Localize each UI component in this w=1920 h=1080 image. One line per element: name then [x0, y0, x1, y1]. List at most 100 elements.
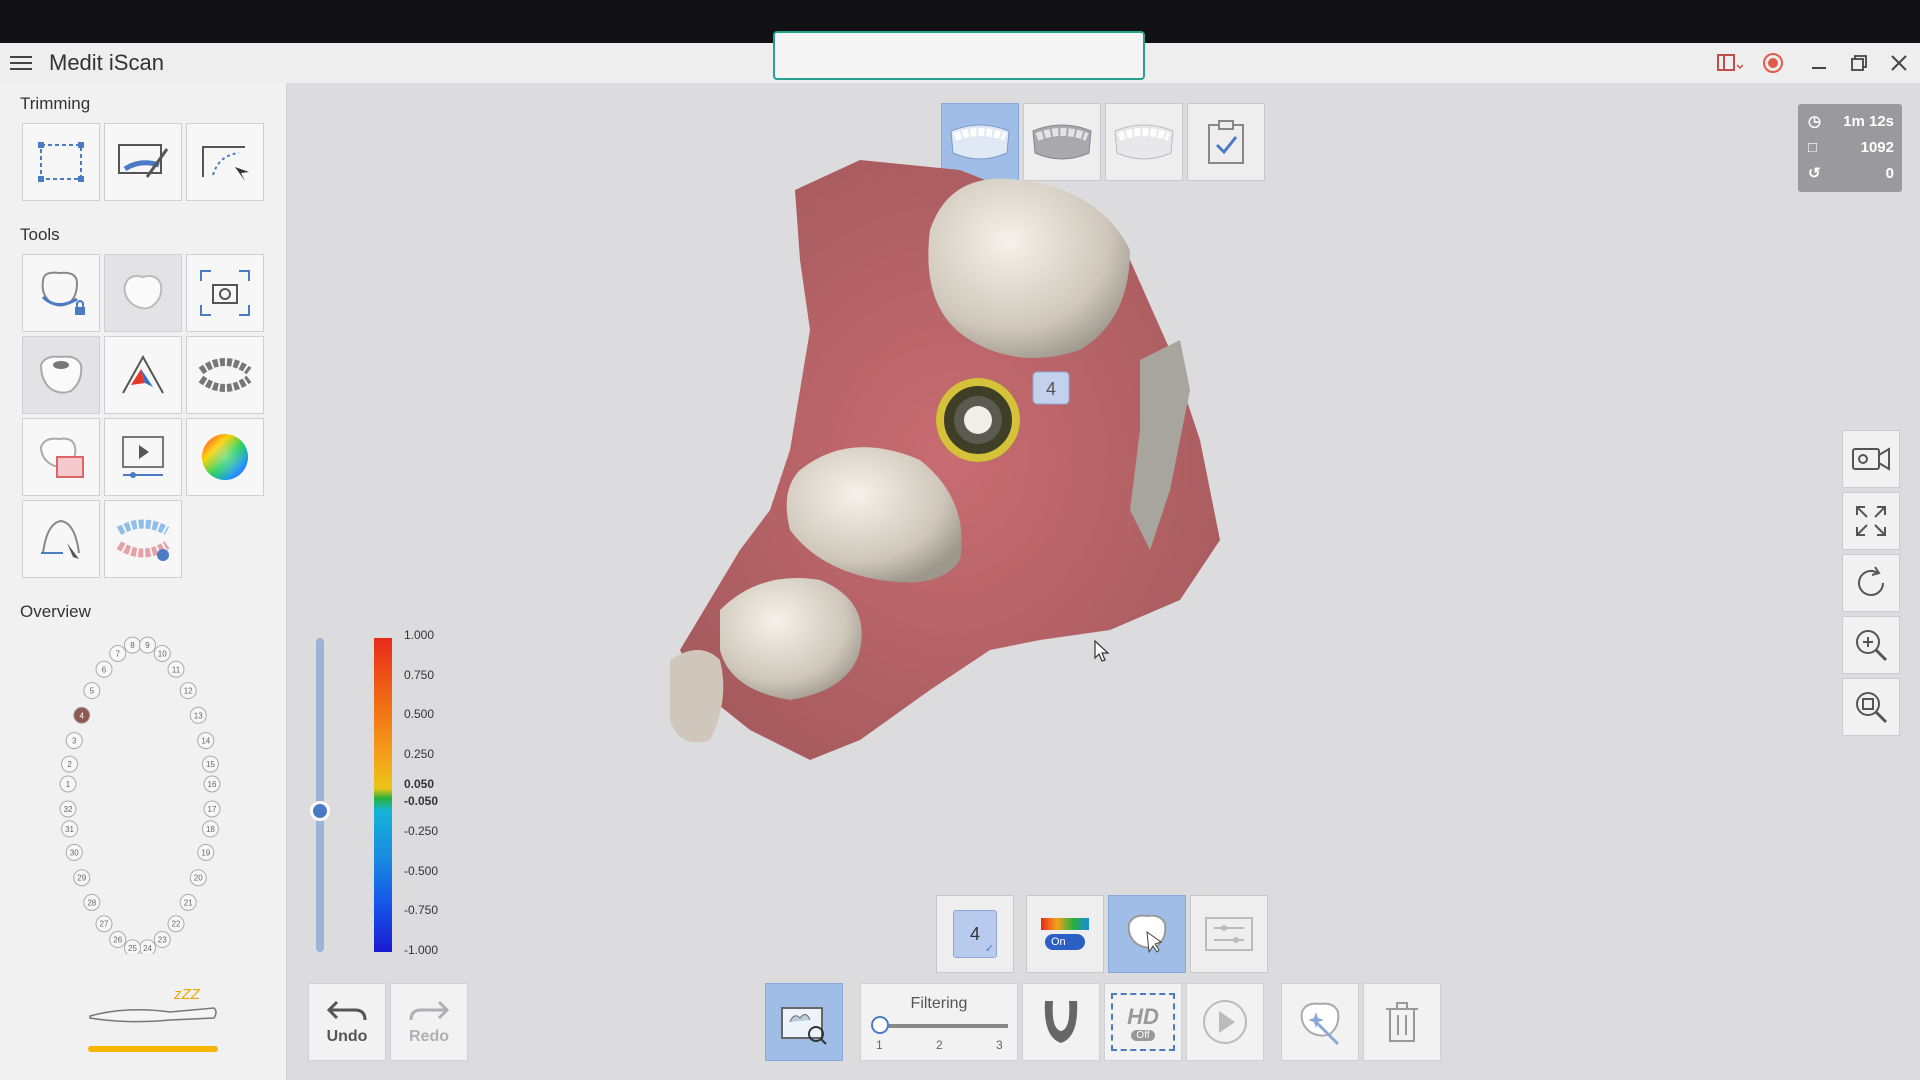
tooth-number: 3: [72, 737, 77, 746]
tooth-3[interactable]: 3: [65, 732, 83, 750]
tooth-13[interactable]: 13: [189, 706, 207, 724]
deviation-slider-track[interactable]: [316, 638, 324, 952]
tooth-6[interactable]: 6: [95, 660, 113, 678]
tooth-9[interactable]: 9: [139, 636, 157, 654]
tooth-4[interactable]: 4: [73, 706, 91, 724]
margin-line-tool[interactable]: [104, 336, 182, 414]
tooth-27[interactable]: 27: [95, 915, 113, 933]
camera-view-button[interactable]: [1842, 430, 1900, 488]
brush-trim-tool[interactable]: [104, 123, 182, 201]
tooth-number: 28: [87, 898, 96, 907]
tooth-number: 14: [201, 737, 210, 746]
tooth-1[interactable]: 1: [59, 775, 77, 793]
deviation-slider-handle[interactable]: [310, 800, 330, 821]
arch-tool[interactable]: [104, 500, 182, 578]
occlusion-tool[interactable]: [186, 336, 264, 414]
filter-tick-label: 1: [876, 1038, 883, 1052]
tooth-32[interactable]: 32: [59, 800, 77, 818]
tooth-29[interactable]: 29: [73, 869, 91, 887]
tooth-number: 26: [113, 936, 122, 945]
scale-label: -0.050: [404, 794, 439, 808]
app-title: Medit iScan: [49, 50, 164, 75]
tooth-28[interactable]: 28: [83, 893, 101, 911]
notification-box: [773, 31, 1145, 80]
minimize-icon[interactable]: [1806, 50, 1832, 76]
tooth-12[interactable]: 12: [179, 682, 197, 700]
tooth-26[interactable]: 26: [109, 931, 127, 949]
tooth-8[interactable]: 8: [123, 636, 141, 654]
video-tool[interactable]: [104, 418, 182, 496]
lasso-trim-tool[interactable]: [186, 123, 264, 201]
tooth-30[interactable]: 30: [65, 843, 83, 861]
filtering-slider-handle[interactable]: [871, 1016, 889, 1034]
scanner-status-bar: [88, 1046, 218, 1052]
tooth-20[interactable]: 20: [189, 869, 207, 887]
redo-button[interactable]: Redo: [390, 983, 468, 1061]
delete-button[interactable]: [1363, 983, 1441, 1061]
tooth-17[interactable]: 17: [203, 800, 221, 818]
zoom-fit-icon: [1856, 692, 1888, 724]
tray-button[interactable]: [1022, 983, 1100, 1061]
tooth-number-button[interactable]: 4 ✓: [936, 895, 1014, 973]
select-area-tool[interactable]: [22, 123, 100, 201]
tooth-24[interactable]: 24: [139, 939, 157, 954]
color-tool[interactable]: [186, 418, 264, 496]
record-icon[interactable]: [1760, 50, 1786, 76]
3d-scan-model[interactable]: 4: [660, 130, 1230, 770]
filtering-slider-track[interactable]: [880, 1024, 1008, 1028]
play-button[interactable]: [1186, 983, 1264, 1061]
tooth-16[interactable]: 16: [203, 775, 221, 793]
rotate-view-button[interactable]: [1842, 554, 1900, 612]
frame-count: 1092: [1860, 138, 1894, 156]
abutment-icon: [39, 355, 83, 394]
tray-icon: [1044, 1001, 1078, 1043]
lock-tooth-tool[interactable]: [22, 254, 100, 332]
tooth-number: 8: [130, 641, 135, 650]
abutment-tool[interactable]: [22, 336, 100, 414]
tooth-31[interactable]: 31: [61, 820, 79, 838]
tooth-tool[interactable]: [104, 254, 182, 332]
tooth-7[interactable]: 7: [109, 644, 127, 662]
tooth-chart[interactable]: 12345678 91011121314151617181920212223242…: [40, 634, 240, 954]
tooth-2[interactable]: 2: [61, 755, 79, 773]
tooth-22[interactable]: 22: [167, 915, 185, 933]
restore-icon[interactable]: [1846, 50, 1872, 76]
tooth-10[interactable]: 10: [153, 644, 171, 662]
tooth-14[interactable]: 14: [197, 732, 215, 750]
tooth-number: 22: [172, 920, 181, 929]
zoom-fit-button[interactable]: [1842, 678, 1900, 736]
count-value: 0: [1885, 164, 1894, 182]
screen-layout-icon[interactable]: [1717, 50, 1743, 76]
hd-state: Off: [1131, 1029, 1155, 1041]
margin-tool[interactable]: [22, 500, 100, 578]
tooth-23[interactable]: 23: [153, 931, 171, 949]
color-map-icon: [1041, 918, 1089, 930]
tooth-21[interactable]: 21: [179, 893, 197, 911]
zoom-in-button[interactable]: [1842, 616, 1900, 674]
color-map-toggle[interactable]: On: [1026, 895, 1104, 973]
tooth-19[interactable]: 19: [197, 843, 215, 861]
scan-view-button[interactable]: [765, 983, 843, 1061]
pre-op-tool[interactable]: [22, 418, 100, 496]
frames-icon: □: [1808, 138, 1818, 156]
menu-button[interactable]: [10, 52, 32, 74]
close-icon[interactable]: [1886, 50, 1912, 76]
settings-panel-button[interactable]: [1190, 895, 1268, 973]
tooth-5[interactable]: 5: [83, 682, 101, 700]
lasso-trim-icon: [202, 146, 249, 181]
hd-toggle-button[interactable]: HD Off: [1104, 983, 1182, 1061]
scan-view-icon: [781, 1007, 827, 1045]
tooth-select-button[interactable]: [1108, 895, 1186, 973]
scale-label: 0.250: [404, 747, 435, 761]
capture-tool[interactable]: [186, 254, 264, 332]
scan-time: 1m 12s: [1843, 112, 1894, 130]
tooth-18[interactable]: 18: [201, 820, 219, 838]
scale-label: 0.500: [404, 707, 435, 721]
tooth-25[interactable]: 25: [123, 939, 141, 954]
undo-button[interactable]: Undo: [308, 983, 386, 1061]
ai-filter-button[interactable]: [1281, 983, 1359, 1061]
fit-view-button[interactable]: [1842, 492, 1900, 550]
sliders-icon: [1205, 917, 1253, 951]
tooth-15[interactable]: 15: [201, 755, 219, 773]
tooth-11[interactable]: 11: [167, 660, 185, 678]
